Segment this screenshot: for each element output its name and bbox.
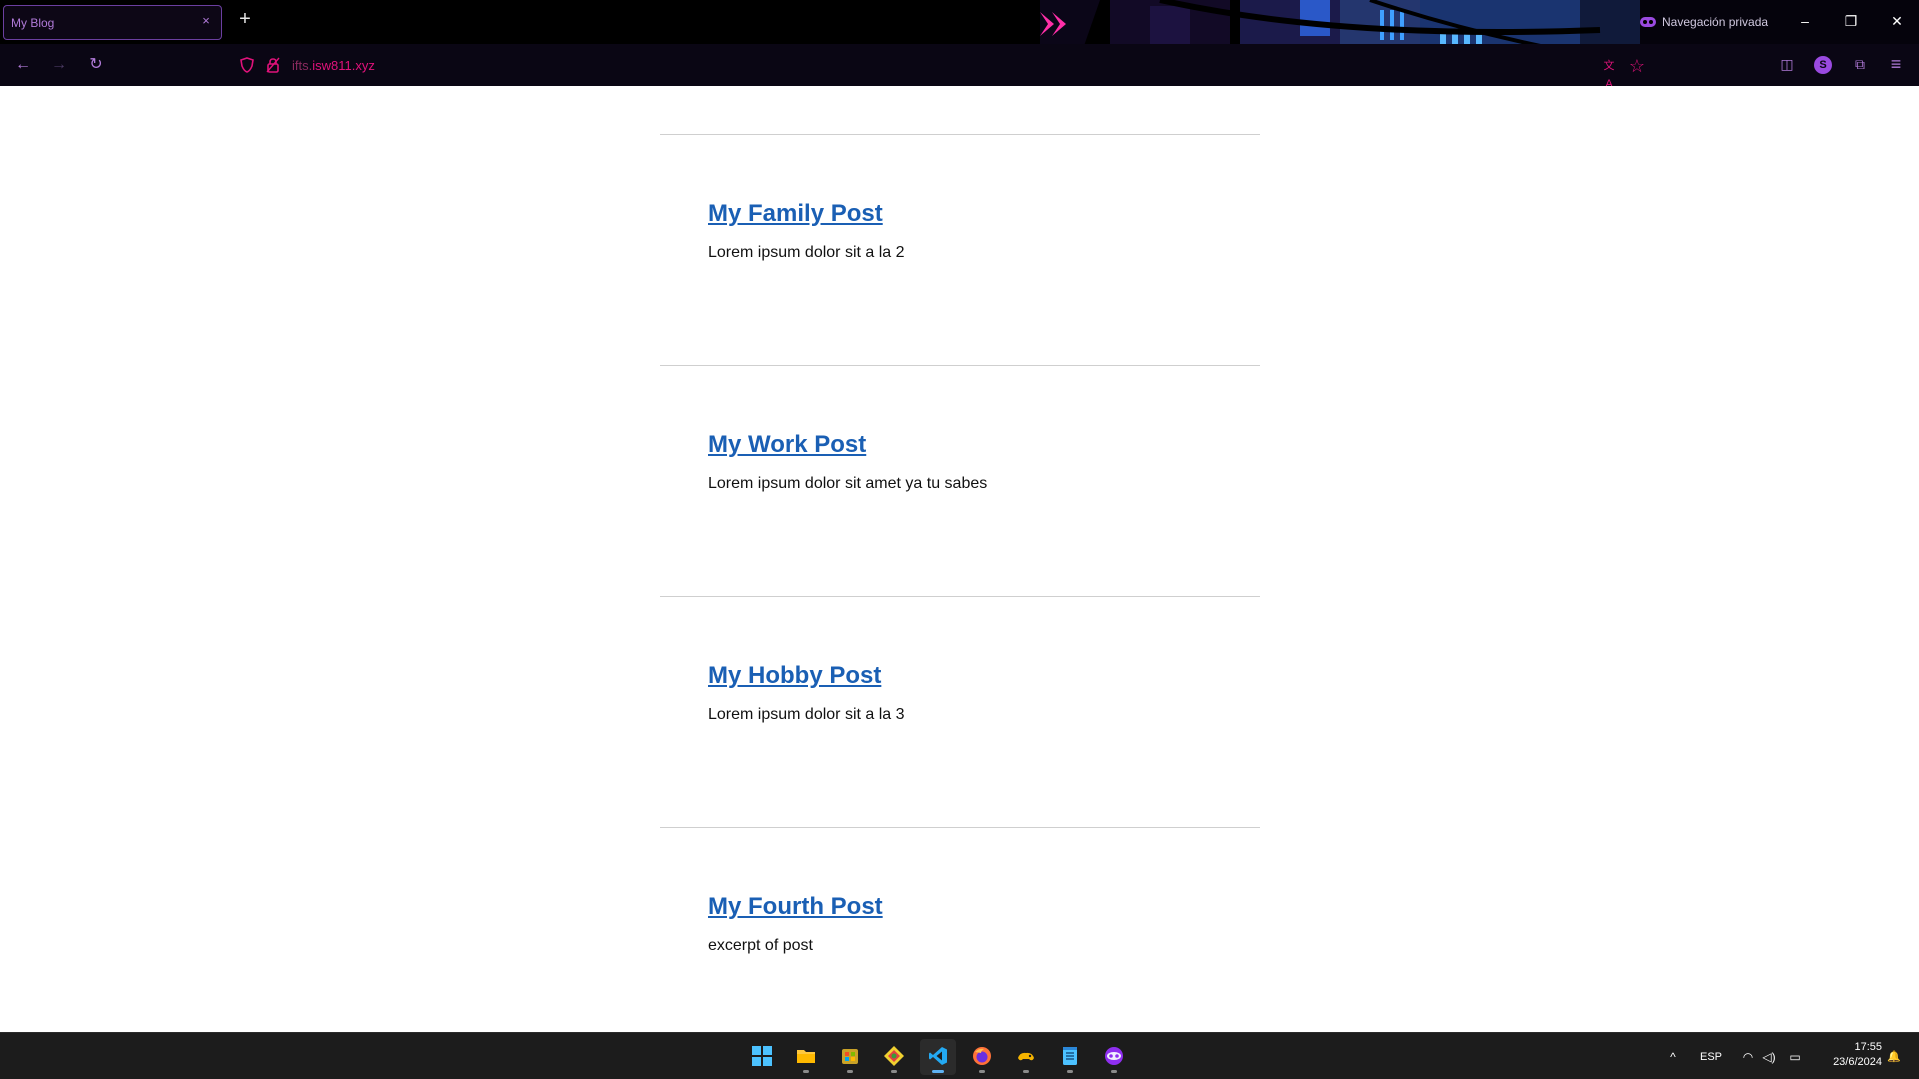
account-avatar[interactable]: S — [1814, 56, 1832, 74]
back-button[interactable]: ← — [12, 54, 34, 76]
notepad-icon — [1063, 1047, 1077, 1065]
reload-button[interactable]: ↻ — [85, 54, 107, 76]
url-domain: isw811.xyz — [312, 58, 375, 73]
post-divider — [660, 134, 1260, 135]
lock-icon[interactable] — [266, 57, 280, 73]
browser-tab[interactable]: My Blog × — [3, 5, 222, 40]
close-window-button[interactable]: ✕ — [1887, 11, 1907, 31]
tab-title: My Blog — [11, 16, 55, 30]
show-hidden-icons-chevron-icon[interactable]: ^ — [1665, 1049, 1681, 1065]
running-indicator — [932, 1070, 944, 1073]
gaming-app[interactable] — [1008, 1039, 1044, 1075]
clock[interactable]: 17:55 23/6/2024 — [1814, 1041, 1882, 1068]
post-card: My Fourth Post excerpt of post — [708, 893, 1268, 955]
clock-time: 17:55 — [1854, 1041, 1882, 1053]
private-browsing-indicator: Navegación privada — [1640, 14, 1768, 30]
input-language-indicator[interactable]: ESP — [1700, 1051, 1722, 1063]
new-tab-button[interactable]: + — [236, 9, 254, 29]
post-title-link[interactable]: My Work Post — [708, 431, 866, 459]
running-indicator — [847, 1070, 853, 1073]
windows-logo-icon — [752, 1046, 772, 1066]
translate-icon[interactable]: 文A — [1600, 57, 1618, 86]
theme-background-art — [1040, 0, 1919, 44]
post-divider — [660, 365, 1260, 366]
post-card: My Work Post Lorem ipsum dolor sit amet … — [708, 431, 1268, 493]
minimize-button[interactable]: – — [1795, 11, 1815, 31]
firefox-app[interactable] — [964, 1039, 1000, 1075]
running-indicator — [803, 1070, 809, 1073]
post-title-link[interactable]: My Hobby Post — [708, 662, 881, 690]
vscode-app[interactable] — [920, 1039, 956, 1075]
notification-bell-icon[interactable]: 🔔 — [1886, 1049, 1902, 1065]
taskbar: ^ ESP ◠ ◁) ▭ 17:55 23/6/2024 🔔 — [0, 1032, 1919, 1079]
url-subdomain: ifts. — [292, 58, 313, 73]
running-indicator — [1111, 1070, 1117, 1073]
notepad-app[interactable] — [1052, 1039, 1088, 1075]
bookmark-star-icon[interactable]: ☆ — [1628, 57, 1646, 75]
post-card: My Family Post Lorem ipsum dolor sit a l… — [708, 200, 1268, 262]
running-indicator — [891, 1070, 897, 1073]
browser-tab-bar: My Blog × + Navegación privada – ❐ ✕ — [0, 0, 1919, 44]
volume-icon[interactable]: ◁) — [1761, 1049, 1777, 1065]
post-divider — [660, 596, 1260, 597]
controller-icon — [1018, 1052, 1034, 1061]
file-explorer-app[interactable] — [788, 1039, 824, 1075]
post-excerpt: Lorem ipsum dolor sit a la 3 — [708, 706, 905, 723]
navigation-toolbar: ← → ↻ ifts.isw811.xyz 文A ☆ ◫ S ⧉ ≡ — [0, 44, 1919, 86]
post-excerpt: Lorem ipsum dolor sit amet ya tu sabes — [708, 475, 988, 492]
private-mask-icon — [1640, 17, 1656, 27]
firefox-icon — [973, 1047, 991, 1065]
running-indicator — [1067, 1070, 1073, 1073]
folder-icon — [797, 1050, 815, 1063]
running-indicator — [1023, 1070, 1029, 1073]
url-text[interactable]: ifts.isw811.xyz — [292, 58, 375, 73]
private-browsing-label: Navegación privada — [1662, 15, 1769, 29]
store-app[interactable] — [832, 1039, 868, 1075]
extensions-icon[interactable]: ⧉ — [1850, 54, 1870, 74]
post-divider — [660, 827, 1260, 828]
git-diamond-icon — [884, 1046, 904, 1066]
git-client-app[interactable] — [876, 1039, 912, 1075]
pocket-icon[interactable]: ◫ — [1777, 54, 1797, 74]
firefox-private-app[interactable] — [1096, 1039, 1132, 1075]
post-title-link[interactable]: My Family Post — [708, 200, 883, 228]
post-title-link[interactable]: My Fourth Post — [708, 893, 883, 921]
windows-start-button[interactable] — [744, 1039, 780, 1075]
post-excerpt: excerpt of post — [708, 937, 813, 954]
vscode-icon — [929, 1047, 947, 1065]
post-excerpt: Lorem ipsum dolor sit a la 2 — [708, 244, 905, 261]
wifi-icon[interactable]: ◠ — [1740, 1049, 1756, 1065]
blog-page: My Family Post Lorem ipsum dolor sit a l… — [0, 86, 1919, 1032]
running-indicator — [979, 1070, 985, 1073]
menu-icon[interactable]: ≡ — [1886, 54, 1906, 74]
tracking-protection-shield-icon[interactable] — [240, 57, 254, 73]
address-bar[interactable]: ifts.isw811.xyz 文A ☆ — [232, 49, 1645, 86]
store-icon — [842, 1049, 858, 1064]
post-card: My Hobby Post Lorem ipsum dolor sit a la… — [708, 662, 1268, 724]
clock-date: 23/6/2024 — [1833, 1056, 1882, 1068]
forward-button[interactable]: → — [48, 54, 70, 76]
private-browsing-icon — [1105, 1047, 1123, 1065]
battery-icon[interactable]: ▭ — [1787, 1049, 1803, 1065]
restore-button[interactable]: ❐ — [1841, 11, 1861, 31]
close-tab-icon[interactable]: × — [199, 14, 213, 28]
